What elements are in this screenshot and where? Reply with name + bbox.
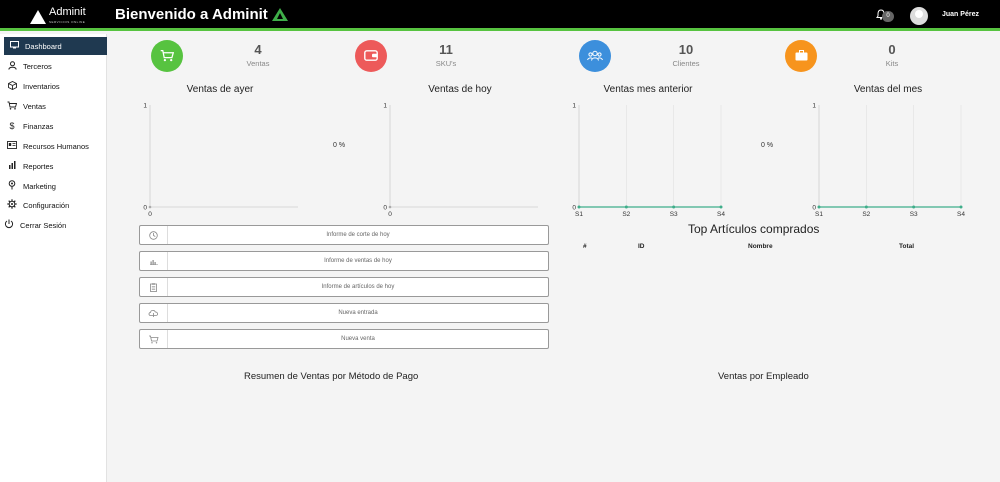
button-label: Informe de ventas de hoy <box>324 258 392 264</box>
button-label: Informe de corte de hoy <box>326 232 390 238</box>
data-point <box>864 205 868 209</box>
cloud-icon <box>140 304 168 322</box>
data-point <box>817 205 821 209</box>
report-corte-button[interactable]: Informe de corte de hoy <box>139 225 549 245</box>
x-tick-label: 0 <box>388 211 392 218</box>
column-header-id[interactable]: ID <box>638 243 645 250</box>
data-point <box>624 205 628 209</box>
clock-icon <box>140 226 168 244</box>
nueva-entrada-button[interactable]: Nueva entrada <box>139 303 549 323</box>
report-ventas-button[interactable]: Informe de ventas de hoy <box>139 251 549 271</box>
data-point <box>912 205 916 209</box>
y-tick-label: 1 <box>812 103 816 110</box>
y-tick-label: 0 <box>383 205 387 212</box>
x-tick-label: S1 <box>815 211 823 218</box>
data-point <box>577 205 581 209</box>
button-label: Informe de artículos de hoy <box>321 284 395 290</box>
bar-chart-icon <box>140 252 168 270</box>
cart-icon <box>140 330 168 348</box>
x-tick-label: 0 <box>148 211 152 218</box>
top-articles-title: Top Artículos comprados <box>688 222 820 236</box>
button-label: Nueva entrada <box>338 310 378 316</box>
y-tick-label: 1 <box>383 103 387 110</box>
column-header-nombre[interactable]: Nombre <box>748 243 773 250</box>
column-header-total[interactable]: Total <box>899 243 914 250</box>
column-header-number[interactable]: # <box>583 243 587 250</box>
x-tick-label: S4 <box>957 211 965 218</box>
button-label: Nueva venta <box>341 336 375 342</box>
report-articulos-button[interactable]: Informe de artículos de hoy <box>139 277 549 297</box>
employee-sales-title: Ventas por Empleado <box>718 371 809 382</box>
x-tick-label: S2 <box>622 211 630 218</box>
y-tick-label: 0 <box>143 205 147 212</box>
data-point <box>388 205 392 209</box>
x-tick-label: S4 <box>717 211 725 218</box>
clipboard-icon <box>140 278 168 296</box>
data-point <box>672 205 676 209</box>
y-tick-label: 1 <box>143 103 147 110</box>
nueva-venta-button[interactable]: Nueva venta <box>139 329 549 349</box>
y-tick-label: 1 <box>572 103 576 110</box>
data-point <box>959 205 963 209</box>
x-tick-label: S1 <box>575 211 583 218</box>
payment-summary-title: Resumen de Ventas por Método de Pago <box>244 371 419 382</box>
x-tick-label: S2 <box>862 211 870 218</box>
data-point <box>719 205 723 209</box>
x-tick-label: S3 <box>910 211 918 218</box>
data-point <box>148 205 152 209</box>
x-tick-label: S3 <box>670 211 678 218</box>
